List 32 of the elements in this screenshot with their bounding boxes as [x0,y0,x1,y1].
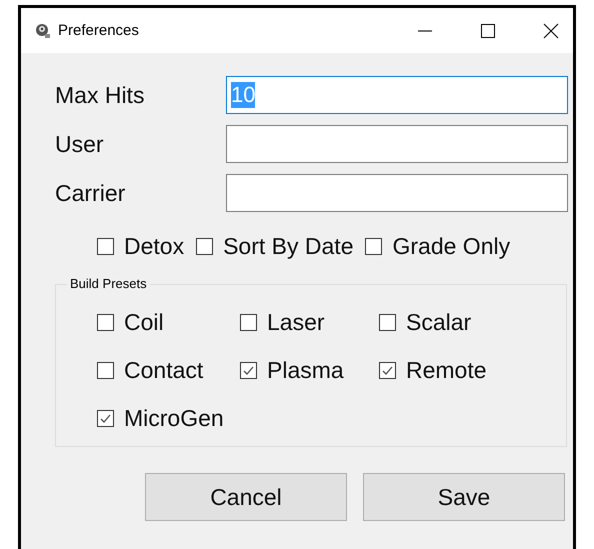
checkbox[interactable] [97,362,114,378]
checkbox-label[interactable]: MicroGen [124,404,224,432]
checkbox-label[interactable]: Grade Only [392,232,510,260]
checkbox[interactable] [240,314,257,330]
checkbox-label[interactable]: Scalar [406,308,472,336]
checkbox[interactable] [379,362,396,378]
close-icon[interactable] [543,22,559,38]
checkbox[interactable] [97,238,114,254]
window-title: Preferences [58,22,140,39]
field-label: Carrier [55,180,126,206]
input-field[interactable] [226,174,568,212]
checkbox[interactable] [365,238,382,254]
checkbox[interactable] [379,314,396,330]
checkbox[interactable] [97,410,114,426]
checkbox-label[interactable]: Coil [124,308,164,336]
maximize-icon[interactable] [480,22,496,38]
input-field[interactable] [226,125,568,163]
checkbox[interactable] [97,314,114,330]
dialog-button[interactable]: Save [363,473,565,521]
field-label: Max Hits [55,82,146,108]
checkbox-label[interactable]: Detox [124,232,184,260]
checkbox-label[interactable]: Plasma [267,356,344,384]
field-label: User [55,130,105,158]
checkbox-label[interactable]: Contact [124,356,204,384]
checkbox-label[interactable]: Sort By Date [223,232,354,260]
checkbox-label[interactable]: Remote [406,356,487,384]
checkbox[interactable] [240,362,257,378]
dialog-button[interactable]: Cancel [145,473,347,521]
checkbox[interactable] [196,238,214,254]
app-icon [35,22,51,38]
group-title: Build Presets [67,276,150,291]
checkbox-label[interactable]: Laser [267,308,325,336]
